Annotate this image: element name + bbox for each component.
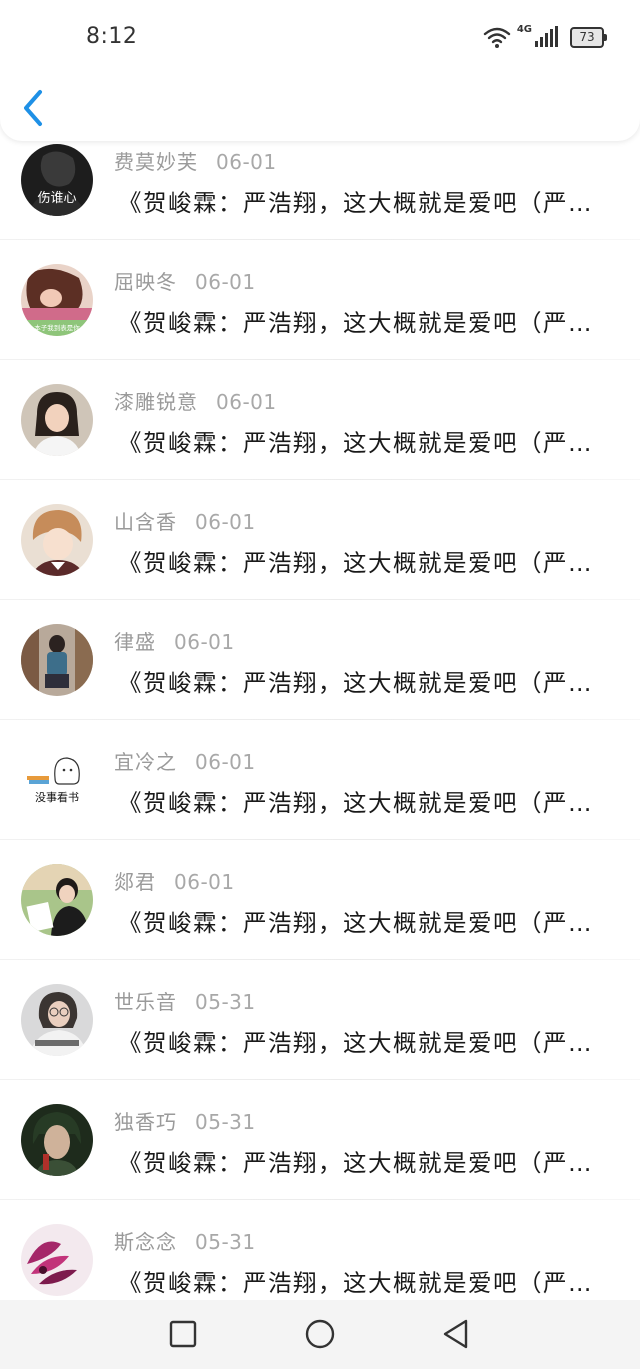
avatar[interactable]: 伤谁心 bbox=[21, 144, 93, 216]
list-item[interactable]: 本子我到表是你 屈映冬 06-01 《贺峻霖：严浩翔，这大概就是爱吧（严浩翔x贺峻… bbox=[0, 240, 640, 360]
list-item[interactable]: 郯君 06-01 《贺峻霖：严浩翔，这大概就是爱吧（严浩翔x贺峻霖）》 bbox=[0, 840, 640, 960]
list-item[interactable]: 漆雕锐意 06-01 《贺峻霖：严浩翔，这大概就是爱吧（严浩翔x贺峻霖）》 bbox=[0, 360, 640, 480]
item-meta: 山含香 06-01 bbox=[114, 506, 256, 535]
recents-button[interactable] bbox=[163, 1314, 203, 1354]
message-preview: 《贺峻霖：严浩翔，这大概就是爱吧（严浩翔x贺峻霖）》 bbox=[118, 909, 612, 937]
item-date: 05-31 bbox=[195, 990, 256, 1014]
avatar-girl-smiling-image bbox=[21, 384, 93, 456]
item-date: 05-31 bbox=[195, 1230, 256, 1254]
top-app-bar: 8:12 4G 73 bbox=[0, 0, 640, 141]
list-item[interactable]: 律盛 06-01 《贺峻霖：严浩翔，这大概就是爱吧（严浩翔x贺峻霖）》 bbox=[0, 600, 640, 720]
avatar-caption: 本子我到表是你 bbox=[34, 323, 80, 332]
avatar[interactable] bbox=[21, 1104, 93, 1176]
user-name: 宜冷之 bbox=[114, 750, 177, 774]
avatar-pink-flower-image bbox=[21, 1224, 93, 1296]
chevron-left-icon bbox=[24, 90, 42, 126]
wifi-icon bbox=[483, 27, 511, 48]
item-date: 06-01 bbox=[195, 750, 256, 774]
user-name: 屈映冬 bbox=[114, 270, 177, 294]
triangle-back-icon bbox=[443, 1319, 468, 1349]
item-meta: 独香巧 05-31 bbox=[114, 1106, 256, 1135]
avatar-boy-reading-image bbox=[21, 864, 93, 936]
list-item[interactable]: 山含香 06-01 《贺峻霖：严浩翔，这大概就是爱吧（严浩翔x贺峻霖）》 bbox=[0, 480, 640, 600]
status-icons: 4G 73 bbox=[483, 24, 607, 50]
item-meta: 斯念念 05-31 bbox=[114, 1226, 256, 1255]
avatar-anime-boy-image bbox=[21, 504, 93, 576]
avatar-caption: 伤谁心 bbox=[37, 191, 76, 206]
message-preview: 《贺峻霖：严浩翔，这大概就是爱吧（严浩翔x贺峻霖）》 bbox=[118, 189, 612, 217]
user-name: 漆雕锐意 bbox=[114, 390, 198, 414]
user-name: 独香巧 bbox=[114, 1110, 177, 1134]
item-meta: 律盛 06-01 bbox=[114, 626, 235, 655]
avatar-girl-street-image bbox=[21, 624, 93, 696]
avatar-cartoon-books-image: 没事看书 bbox=[21, 744, 93, 816]
message-list: 伤谁心 费莫妙芙 06-01 《贺峻霖：严浩翔，这大概就是爱吧（严浩翔x贺峻霖）》… bbox=[0, 120, 640, 1320]
avatar-girl-reading-image: 本子我到表是你 bbox=[21, 264, 93, 336]
user-name: 世乐音 bbox=[114, 990, 177, 1014]
item-date: 06-01 bbox=[216, 390, 277, 414]
message-preview: 《贺峻霖：严浩翔，这大概就是爱吧（严浩翔x贺峻霖）》 bbox=[118, 429, 612, 457]
item-meta: 费莫妙芙 06-01 bbox=[114, 146, 277, 175]
avatar[interactable] bbox=[21, 984, 93, 1056]
item-date: 06-01 bbox=[174, 630, 235, 654]
message-preview: 《贺峻霖：严浩翔，这大概就是爱吧（严浩翔x贺峻霖）》 bbox=[118, 789, 612, 817]
user-name: 律盛 bbox=[114, 630, 156, 654]
battery-icon: 73 bbox=[570, 26, 607, 48]
avatar-caption: 没事看书 bbox=[35, 790, 79, 804]
network-type-label: 4G bbox=[516, 24, 532, 35]
avatar-text-heart-image: 伤谁心 bbox=[21, 144, 93, 216]
message-preview: 《贺峻霖：严浩翔，这大概就是爱吧（严浩翔x贺峻霖）》 bbox=[118, 1029, 612, 1057]
avatar-fantasy-man-image bbox=[21, 1104, 93, 1176]
item-meta: 漆雕锐意 06-01 bbox=[114, 386, 277, 415]
avatar[interactable] bbox=[21, 504, 93, 576]
system-nav-bar bbox=[0, 1300, 640, 1369]
signal-icon bbox=[535, 26, 558, 47]
item-meta: 世乐音 05-31 bbox=[114, 986, 256, 1015]
list-item[interactable]: 没事看书 宜冷之 06-01 《贺峻霖：严浩翔，这大概就是爱吧（严浩翔x贺峻霖）》 bbox=[0, 720, 640, 840]
list-item[interactable]: 世乐音 05-31 《贺峻霖：严浩翔，这大概就是爱吧（严浩翔x贺峻霖）》 bbox=[0, 960, 640, 1080]
back-button[interactable] bbox=[18, 86, 52, 130]
item-date: 05-31 bbox=[195, 1110, 256, 1134]
avatar[interactable] bbox=[21, 1224, 93, 1296]
circle-home-icon bbox=[305, 1319, 335, 1349]
square-recents-icon bbox=[169, 1320, 197, 1348]
home-button[interactable] bbox=[300, 1314, 340, 1354]
avatar[interactable] bbox=[21, 864, 93, 936]
message-preview: 《贺峻霖：严浩翔，这大概就是爱吧（严浩翔x贺峻霖）》 bbox=[118, 669, 612, 697]
item-date: 06-01 bbox=[174, 870, 235, 894]
item-meta: 宜冷之 06-01 bbox=[114, 746, 256, 775]
message-preview: 《贺峻霖：严浩翔，这大概就是爱吧（严浩翔x贺峻霖）》 bbox=[118, 1269, 612, 1297]
avatar[interactable]: 本子我到表是你 bbox=[21, 264, 93, 336]
item-meta: 屈映冬 06-01 bbox=[114, 266, 256, 295]
user-name: 费莫妙芙 bbox=[114, 150, 198, 174]
item-date: 06-01 bbox=[216, 150, 277, 174]
user-name: 山含香 bbox=[114, 510, 177, 534]
item-date: 06-01 bbox=[195, 270, 256, 294]
message-preview: 《贺峻霖：严浩翔，这大概就是爱吧（严浩翔x贺峻霖）》 bbox=[118, 309, 612, 337]
avatar[interactable] bbox=[21, 384, 93, 456]
item-date: 06-01 bbox=[195, 510, 256, 534]
user-name: 斯念念 bbox=[114, 1230, 177, 1254]
avatar[interactable] bbox=[21, 624, 93, 696]
status-time: 8:12 bbox=[86, 24, 138, 49]
nav-back-button[interactable] bbox=[436, 1314, 476, 1354]
message-preview: 《贺峻霖：严浩翔，这大概就是爱吧（严浩翔x贺峻霖）》 bbox=[118, 549, 612, 577]
user-name: 郯君 bbox=[114, 870, 156, 894]
item-meta: 郯君 06-01 bbox=[114, 866, 235, 895]
avatar[interactable]: 没事看书 bbox=[21, 744, 93, 816]
message-preview: 《贺峻霖：严浩翔，这大概就是爱吧（严浩翔x贺峻霖）》 bbox=[118, 1149, 612, 1177]
avatar-girl-glasses-image bbox=[21, 984, 93, 1056]
list-item[interactable]: 独香巧 05-31 《贺峻霖：严浩翔，这大概就是爱吧（严浩翔x贺峻霖）》 bbox=[0, 1080, 640, 1200]
